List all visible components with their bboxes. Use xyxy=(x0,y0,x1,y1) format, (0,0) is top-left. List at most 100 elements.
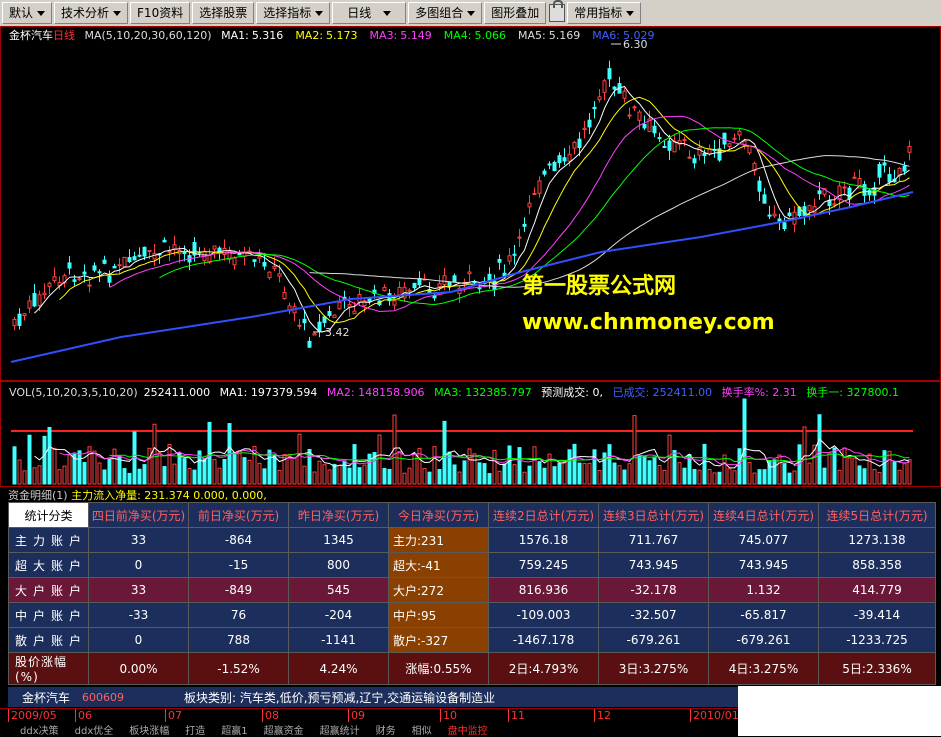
lock-icon[interactable] xyxy=(549,0,566,22)
row-label: 中户账户 xyxy=(8,602,89,628)
volume-bar xyxy=(407,467,412,485)
volume-bar xyxy=(332,463,337,485)
candle-body xyxy=(622,90,627,99)
candle-body xyxy=(852,176,857,179)
candle-body xyxy=(122,256,127,268)
volume-bar xyxy=(202,458,207,485)
volume-bar xyxy=(347,467,352,485)
table-cell: 759.245 xyxy=(488,552,599,578)
main-price-chart[interactable]: 金杯汽车日线 MA(5,10,20,30,60,120) MA1: 5.316 MA… xyxy=(0,26,941,381)
volume-bar xyxy=(757,469,762,485)
volume-bar xyxy=(97,462,102,485)
candle-body xyxy=(352,310,357,315)
candle-body xyxy=(597,96,602,101)
volume-bar xyxy=(487,473,492,485)
table-row[interactable]: 主力账户 33 -864 1345 主力:231 1576.18 711.767 745.07… xyxy=(8,527,936,553)
candle-body xyxy=(297,324,302,327)
volume-bar xyxy=(577,462,582,485)
candle-body xyxy=(627,114,632,117)
toolbar-tech-analysis-button[interactable]: 技术分析 xyxy=(54,2,129,24)
toolbar-f10-button[interactable]: F10资料 xyxy=(130,2,191,24)
low-price-label: 3.42 xyxy=(325,326,350,339)
candle-body xyxy=(277,273,282,277)
toolbar-overlay-button[interactable]: 图形叠加 xyxy=(484,2,547,24)
table-row[interactable]: 超大账户 0 -15 800 超大:-41 759.245 743.945 743.945 85… xyxy=(8,552,936,578)
bottom-tab[interactable]: 相似 xyxy=(412,722,432,737)
table-cell: -65.817 xyxy=(708,602,819,628)
table-cell: -32.178 xyxy=(598,577,709,603)
candle-body xyxy=(22,313,27,316)
candle-body xyxy=(407,289,412,292)
table-cell: 超大:-41 xyxy=(388,552,489,578)
ma-line xyxy=(34,86,910,333)
volume-bar xyxy=(547,453,552,485)
candle-body xyxy=(817,190,822,195)
volume-bar xyxy=(382,467,387,485)
volume-bar xyxy=(632,415,637,485)
candle-body xyxy=(557,155,562,164)
toolbar-multi-chart-button[interactable]: 多图组合 xyxy=(408,2,483,24)
volume-bar xyxy=(217,467,222,485)
table-row[interactable]: 大户账户 33 -849 545 大户:272 816.936 -32.178 1.132 41… xyxy=(8,577,936,603)
volume-bar xyxy=(12,446,17,485)
volume-bar xyxy=(77,450,82,485)
bottom-tab[interactable]: 超赢1 xyxy=(221,722,247,737)
candle-body xyxy=(117,264,122,267)
volume-bar xyxy=(537,461,542,485)
chevron-down-icon xyxy=(626,10,635,16)
toolbar-default-button[interactable]: 默认 xyxy=(2,2,53,24)
watermark-title: 第一股票公式网 xyxy=(522,274,677,299)
volume-bar xyxy=(322,464,327,485)
table-row[interactable]: 散户账户 0 788 -1141 散户:-327 -1467.178 -679.261 -67… xyxy=(8,627,936,653)
candle-body xyxy=(332,314,337,318)
volume-ma-line xyxy=(34,438,910,469)
candle-body xyxy=(887,174,892,183)
volume-bar xyxy=(397,451,402,485)
candle-body xyxy=(687,156,692,159)
volume-bar xyxy=(32,467,37,485)
bottom-tab[interactable]: 打造 xyxy=(185,722,205,737)
volume-bar xyxy=(92,450,97,485)
toolbar-select-stock-button[interactable]: 选择股票 xyxy=(192,2,255,24)
candle-body xyxy=(257,255,262,259)
volume-bar xyxy=(377,434,382,485)
candle-body xyxy=(437,283,442,288)
bottom-tab[interactable]: 盘中监控 xyxy=(448,722,488,737)
volume-bar xyxy=(717,471,722,485)
volume-bar xyxy=(517,447,522,485)
volume-bar xyxy=(532,446,537,485)
volume-bar xyxy=(167,443,172,485)
candle-body xyxy=(847,187,852,200)
toolbar-select-indicator-button[interactable]: 选择指标 xyxy=(256,2,331,24)
toolbar-period-button[interactable]: 日线 xyxy=(332,2,407,24)
volume-bar xyxy=(732,470,737,485)
table-cell: 816.936 xyxy=(488,577,599,603)
candle-body xyxy=(17,313,22,326)
table-cell: 涨幅:0.55% xyxy=(388,652,489,685)
candle-body xyxy=(632,106,637,109)
volume-bar xyxy=(222,458,227,485)
volume-bar xyxy=(772,459,777,485)
toolbar-common-indicator-button[interactable]: 常用指标 xyxy=(567,2,642,24)
candle-body xyxy=(542,170,547,175)
pct-change-row[interactable]: 股价涨幅(%) 0.00% -1.52% 4.24% 涨幅:0.55% 2日:4.793%… xyxy=(8,652,936,685)
table-row[interactable]: 中户账户 -33 76 -204 中户:95 -109.003 -32.507 -65.817… xyxy=(8,602,936,628)
main-inflow: 主力流入净量: 231.374 xyxy=(71,489,190,502)
bottom-tab[interactable]: 超赢资金 xyxy=(264,722,304,737)
bottom-tab[interactable]: ddx优全 xyxy=(75,722,114,737)
candle-body xyxy=(52,276,57,282)
candle-body xyxy=(87,284,92,287)
candle-body xyxy=(127,257,132,263)
table-cell: -32.507 xyxy=(598,602,709,628)
table-cell: -1141 xyxy=(288,627,389,653)
bottom-tab[interactable]: 超赢统计 xyxy=(320,722,360,737)
bottom-tab[interactable]: 财务 xyxy=(376,722,396,737)
volume-bar xyxy=(42,435,47,485)
candle-body xyxy=(612,86,617,90)
volume-bar xyxy=(457,471,462,485)
bottom-tab[interactable]: ddx决策 xyxy=(20,722,59,737)
volume-chart[interactable]: VOL(5,10,20,3,5,10,20) 252411.000 MA1: 19… xyxy=(0,381,941,487)
header-cell: 统计分类 xyxy=(8,502,89,528)
bottom-tab[interactable]: 板块涨幅 xyxy=(129,722,169,737)
volume-bar xyxy=(567,449,572,485)
